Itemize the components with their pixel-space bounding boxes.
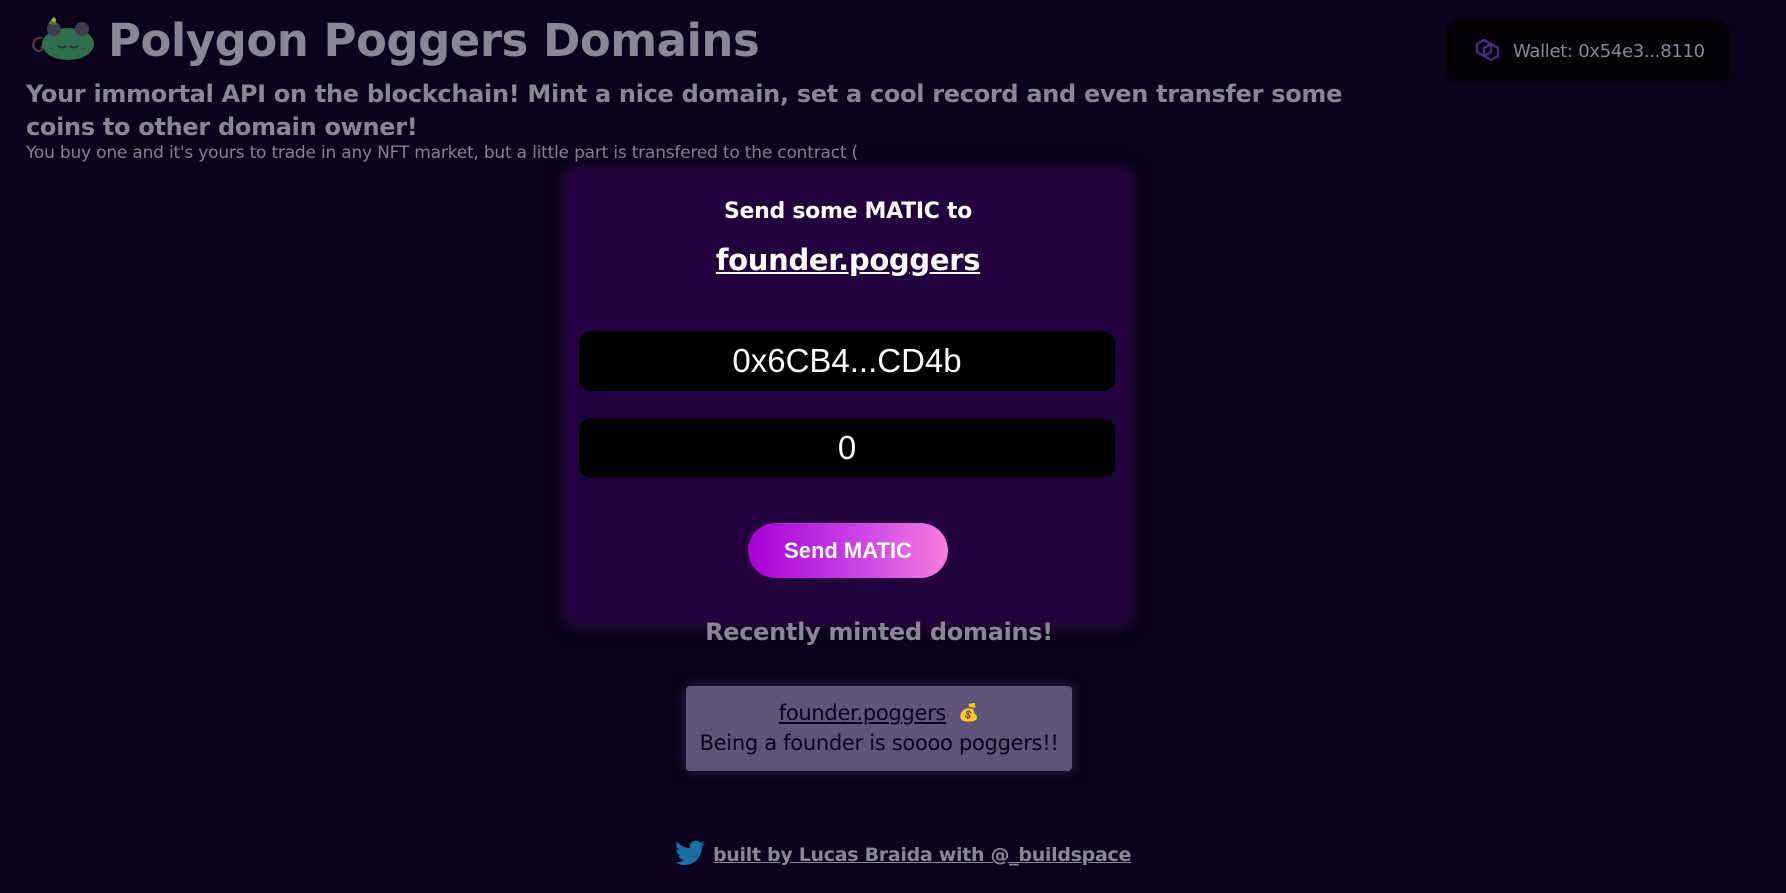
wallet-address: Wallet: 0x54e3...8110	[1513, 41, 1705, 62]
minted-domain-card: founder.poggers 💰 Being a founder is soo…	[686, 686, 1072, 771]
amount-input[interactable]	[579, 418, 1115, 478]
footer: built by Lucas Braida with @_buildspace	[675, 840, 1131, 870]
page-subtitle: Your immortal API on the blockchain! Min…	[26, 80, 1343, 141]
minted-domain-record: Being a founder is soooo poggers!!	[699, 731, 1059, 755]
frog-logo-icon	[26, 16, 96, 62]
minted-domain-link[interactable]: founder.poggers	[779, 701, 947, 725]
wallet-badge[interactable]: Wallet: 0x54e3...8110	[1445, 20, 1730, 83]
polygon-icon	[1473, 38, 1501, 66]
recipient-address-input[interactable]	[579, 331, 1115, 391]
send-matic-card: Send some MATIC to founder.poggers Send …	[567, 171, 1129, 623]
send-heading: Send some MATIC to	[724, 199, 972, 224]
twitter-icon	[675, 840, 705, 870]
footer-credit-link[interactable]: built by Lucas Braida with @_buildspace	[713, 844, 1131, 866]
page-title: Polygon Poggers Domains	[108, 14, 760, 67]
moneybag-icon[interactable]: 💰	[958, 703, 979, 723]
recipient-domain-link[interactable]: founder.poggers	[567, 243, 1129, 277]
send-matic-button[interactable]: Send MATIC	[748, 523, 948, 578]
recent-domains-title: Recently minted domains!	[705, 618, 1053, 646]
page-description: You buy one and it's yours to trade in a…	[26, 143, 858, 163]
